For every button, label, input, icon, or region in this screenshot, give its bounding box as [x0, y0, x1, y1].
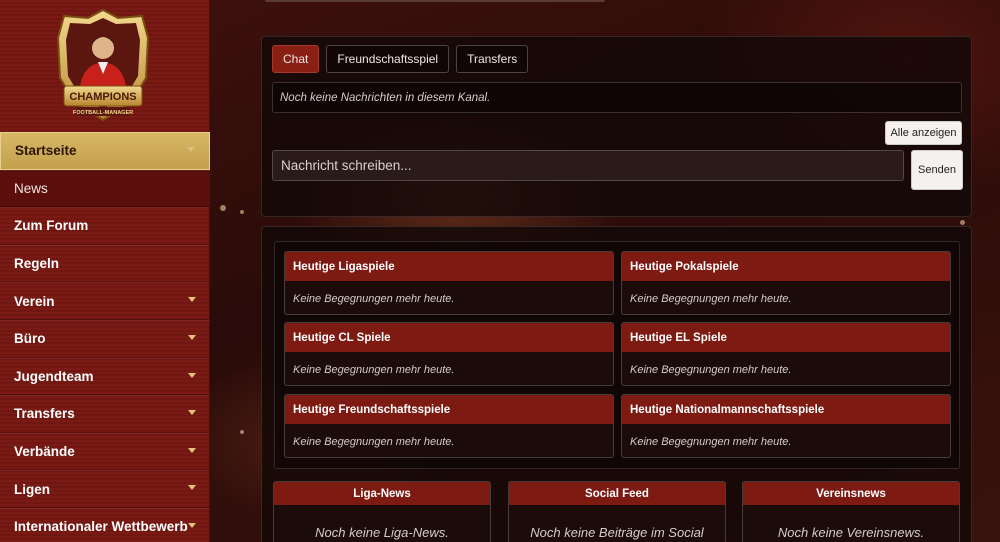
sidebar-item-ligen[interactable]: Ligen: [0, 470, 210, 508]
message-input[interactable]: [272, 150, 904, 181]
chevron-down-icon[interactable]: [188, 410, 196, 416]
news-card-title: Social Feed: [509, 482, 725, 505]
sidebar-item-label: Jugendteam: [14, 368, 94, 384]
match-card-text: Keine Begegnungen mehr heute.: [293, 292, 455, 305]
vereinsnews-card: Vereinsnews Noch keine Vereinsnews.: [742, 481, 960, 542]
sidebar-item-label: Verein: [14, 293, 55, 309]
news-card-title: Liga-News: [274, 482, 490, 505]
sidebar-item-label: Internationaler Wettbewerb: [14, 519, 188, 535]
news-card-text: Noch keine Liga-News.: [315, 525, 449, 540]
logo-subtitle: FOOTBALL-MANAGER: [73, 110, 133, 116]
chevron-down-icon[interactable]: [188, 522, 196, 528]
sidebar-item-buero[interactable]: Büro: [0, 319, 210, 358]
sidebar-item-transfers[interactable]: Transfers: [0, 395, 210, 433]
light-flare: [240, 210, 244, 214]
match-card-title: Heutige EL Spiele: [622, 323, 950, 352]
sidebar-item-news[interactable]: News: [0, 169, 210, 208]
sidebar-item-label: Zum Forum: [14, 218, 89, 234]
sidebar-item-label: Ligen: [14, 481, 50, 497]
match-card-text: Keine Begegnungen mehr heute.: [630, 363, 792, 376]
chevron-down-icon[interactable]: [188, 334, 196, 340]
match-card-title: Heutige CL Spiele: [285, 323, 613, 352]
chevron-down-icon[interactable]: [188, 297, 196, 303]
logo-title: CHAMPIONS: [69, 91, 136, 103]
match-card-text: Keine Begegnungen mehr heute.: [293, 363, 455, 376]
show-all-button[interactable]: Alle anzeigen: [885, 121, 962, 145]
match-card-cl: Heutige CL Spiele Keine Begegnungen mehr…: [284, 322, 614, 386]
chat-tabs: Chat Freundschaftsspiel Transfers: [272, 45, 529, 73]
match-card-text: Keine Begegnungen mehr heute.: [293, 435, 455, 448]
match-card-national: Heutige Nationalmannschaftsspiele Keine …: [621, 394, 951, 458]
news-card-title: Vereinsnews: [743, 482, 959, 505]
sidebar-item-international[interactable]: Internationaler Wettbewerb: [0, 507, 210, 542]
light-flare: [960, 220, 965, 225]
match-card-title: Heutige Nationalmannschaftsspiele: [622, 395, 950, 424]
match-card-title: Heutige Pokalspiele: [622, 252, 950, 281]
todays-matches: Heutige Ligaspiele Keine Begegnungen meh…: [274, 241, 960, 469]
shield-crest-icon: CHAMPIONS FOOTBALL-MANAGER: [56, 8, 150, 122]
match-card-pokal: Heutige Pokalspiele Keine Begegnungen me…: [621, 251, 951, 315]
light-flare: [240, 430, 244, 434]
match-card-freundschaft: Heutige Freundschaftsspiele Keine Begegn…: [284, 394, 614, 458]
sidebar-item-label: Regeln: [14, 256, 60, 272]
chat-panel: Chat Freundschaftsspiel Transfers Noch k…: [261, 36, 972, 217]
sidebar-item-regeln[interactable]: Regeln: [0, 244, 210, 283]
chevron-down-icon[interactable]: [188, 485, 196, 491]
match-card-text: Keine Begegnungen mehr heute.: [630, 435, 792, 448]
champions-logo[interactable]: CHAMPIONS FOOTBALL-MANAGER: [50, 8, 156, 122]
chevron-down-icon[interactable]: [188, 447, 196, 453]
tab-chat[interactable]: Chat: [272, 45, 320, 73]
send-button[interactable]: Senden: [911, 150, 963, 190]
sidebar-item-forum[interactable]: Zum Forum: [0, 207, 210, 245]
sidebar-item-verein[interactable]: Verein: [0, 282, 210, 320]
match-card-el: Heutige EL Spiele Keine Begegnungen mehr…: [621, 322, 951, 386]
match-card-text: Keine Begegnungen mehr heute.: [630, 292, 792, 305]
social-feed-card: Social Feed Noch keine Beiträge im Socia…: [508, 481, 726, 542]
news-card-text: Noch keine Vereinsnews.: [777, 525, 925, 540]
sidebar: CHAMPIONS FOOTBALL-MANAGER Startseite Ne…: [0, 0, 210, 542]
match-card-title: Heutige Freundschaftsspiele: [285, 395, 613, 424]
sidebar-item-label: News: [14, 180, 48, 196]
light-flare: [220, 205, 226, 211]
liga-news-card: Liga-News Noch keine Liga-News.: [273, 481, 491, 542]
tab-transfers[interactable]: Transfers: [456, 45, 529, 73]
sidebar-item-label: Startseite: [15, 143, 77, 159]
match-card-title: Heutige Ligaspiele: [285, 252, 613, 281]
sidebar-item-startseite[interactable]: Startseite: [0, 132, 210, 170]
match-card-liga: Heutige Ligaspiele Keine Begegnungen meh…: [284, 251, 614, 315]
sidebar-item-verbaende[interactable]: Verbände: [0, 432, 210, 471]
news-card-text: Noch keine Beiträge im Social: [530, 525, 704, 540]
tab-freundschaftsspiel[interactable]: Freundschaftsspiel: [326, 45, 450, 73]
chevron-down-icon[interactable]: [188, 372, 196, 378]
chat-messages: Noch keine Nachrichten in diesem Kanal.: [272, 82, 962, 113]
sidebar-item-label: Verbände: [14, 444, 75, 460]
sidebar-item-jugendteam[interactable]: Jugendteam: [0, 357, 210, 396]
sidebar-item-label: Büro: [14, 331, 46, 347]
sidebar-item-label: Transfers: [14, 406, 75, 422]
chevron-down-icon[interactable]: [187, 147, 195, 152]
top-search-bar: [265, 0, 605, 2]
sidebar-nav: Startseite News Zum Forum Regeln Verein …: [0, 132, 210, 542]
